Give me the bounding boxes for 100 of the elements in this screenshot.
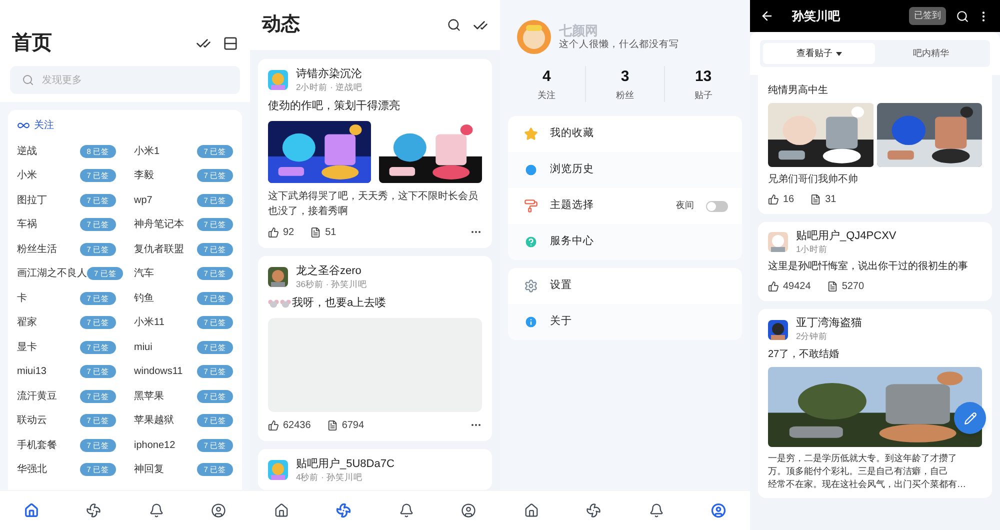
forum-name[interactable]: 神舟笔记本 (134, 217, 184, 232)
forum-name[interactable]: 小米 (17, 168, 37, 184)
like-button[interactable]: 62436 (268, 418, 311, 433)
forum-name[interactable]: 汽车 (134, 266, 154, 282)
avatar (268, 460, 288, 480)
search-icon[interactable] (956, 10, 969, 22)
user-name: 七颜网 (559, 22, 599, 39)
tab[interactable]: 查看贴子 (763, 43, 875, 64)
forum-name[interactable]: 逆战 (17, 144, 37, 159)
stat-value[interactable]: 4 (542, 66, 551, 88)
post-card[interactable]: 贴吧用户_5U8Da7C 4秒前 · 孙笑川吧 (258, 448, 492, 490)
post-title: 这里是孙吧忏悔室，说出你干过的很初生的事 (768, 260, 969, 274)
home-icon (24, 503, 39, 518)
thumbs-up-icon (268, 420, 279, 431)
stat-label: 粉丝 (616, 88, 634, 102)
forum-name[interactable]: 图拉丁 (17, 192, 47, 208)
comment-icon (326, 420, 338, 431)
forum-name[interactable]: 华强北 (17, 462, 47, 478)
like-button[interactable]: 92 (268, 224, 294, 240)
post-title: 27了，不敢结婚 (768, 348, 840, 362)
comment-icon (810, 194, 822, 205)
post-card[interactable]: 龙之圣谷zero 36秒前 · 孙笑川吧 我呀，也要a上去喽 62436 6794 (258, 256, 492, 441)
signed-in-button[interactable]: 已签到 (909, 7, 946, 25)
forum-name[interactable]: 显卡 (17, 340, 37, 355)
tab[interactable]: 吧内精华 (875, 43, 987, 64)
bell-icon (148, 503, 164, 518)
search-field[interactable]: 发现更多 (10, 66, 240, 94)
author-name[interactable]: 贴吧用户_5U8Da7C (296, 458, 394, 472)
section-title: 关注 (34, 118, 54, 133)
forum-name[interactable]: 复仇者联盟 (134, 242, 184, 257)
night-mode-switch[interactable] (706, 200, 728, 212)
forum-name[interactable]: 粉丝生活 (17, 242, 57, 257)
comment-icon (826, 281, 838, 292)
page-title: 首页 (12, 31, 52, 56)
author-name[interactable]: 龙之圣谷zero (296, 264, 368, 279)
forum-name[interactable]: 手机套餐 (17, 438, 57, 453)
forum-name[interactable]: 神回复 (134, 462, 164, 478)
menu-item[interactable]: 设置 (508, 268, 728, 304)
post-body: 一是穷，二是学历低就大专。到这年龄了才攒了 万。顶多能付个彩礼。三是自己有洁癖，自己 经常不在家。现在这社会风气，出门买个菜都有… (768, 452, 967, 491)
post-meta: 1小时前 (796, 244, 829, 254)
bell-icon (648, 503, 664, 518)
post-body: 兄弟们哥们我帅不帅 (768, 172, 859, 187)
switch-label: 夜间 (676, 199, 694, 212)
forum-name[interactable]: 李毅 (134, 168, 154, 184)
forum-name[interactable]: 翟家 (17, 315, 37, 330)
like-button[interactable]: 16 (768, 192, 794, 207)
like-button[interactable]: 49424 (768, 279, 811, 294)
forum-name[interactable]: 流汗黄豆 (17, 388, 57, 404)
forum-name[interactable]: 小米1 (134, 144, 160, 159)
forum-name[interactable]: windows11 (134, 364, 183, 380)
home-icon (274, 503, 289, 518)
forum-name[interactable]: 钓鱼 (134, 290, 154, 306)
pinwheel-icon (336, 503, 352, 518)
comment-button[interactable]: 31 (810, 192, 836, 207)
stat-label: 关注 (538, 88, 556, 102)
post-card[interactable]: 诗错亦染沉沦 2小时前 · 逆战吧 使劲的作吧，策划干得漂亮 这下武弟得哭了吧，天天秀，这下不限时长会员也没了，接着秀啊 92 51 (258, 59, 492, 248)
post-title: 使劲的作吧，策划干得漂亮 (268, 98, 400, 114)
forum-name[interactable]: wp7 (134, 192, 152, 208)
mouse-emoji-icon (280, 299, 291, 308)
home-icon (524, 503, 539, 518)
back-icon[interactable] (760, 9, 774, 23)
comment-button[interactable]: 6794 (326, 418, 364, 433)
layout-icon[interactable] (223, 36, 238, 50)
stat-value[interactable]: 3 (620, 66, 630, 88)
post-meta: 36秒前 · 孙笑川吧 (296, 278, 368, 290)
mouse-emoji-icon (268, 299, 279, 308)
menu-item[interactable]: 主题选择 (508, 188, 676, 224)
post-card[interactable]: 贴吧用户_QJ4PCXV 1小时前 这里是孙吧忏悔室，说出你干过的很初生的事 49424 5270 (758, 222, 992, 302)
post-meta: 2分钟前 (796, 331, 829, 342)
menu-item[interactable]: 我的收藏 (508, 116, 728, 152)
comment-button[interactable]: 51 (310, 224, 336, 240)
post-card[interactable]: 纯情男高中生 兄弟们哥们我帅不帅 16 31 (758, 75, 992, 214)
author-name[interactable]: 亚丁湾海盗猫 (796, 317, 862, 332)
forum-name[interactable]: 苹果越狱 (134, 413, 174, 428)
comment-button[interactable]: 5270 (826, 279, 864, 294)
stat-value[interactable]: 13 (694, 66, 712, 88)
forum-name[interactable]: 小米11 (134, 315, 164, 330)
post-meta: 2小时前 · 逆战吧 (296, 82, 362, 92)
forum-name[interactable]: 卡 (17, 290, 27, 306)
user-icon (461, 503, 476, 518)
star-icon (524, 127, 538, 141)
forum-name[interactable]: miui13 (17, 364, 46, 380)
forum-name[interactable]: 黑苹果 (134, 388, 164, 404)
avatar (268, 70, 288, 90)
help-icon (524, 235, 538, 249)
author-name[interactable]: 诗错亦染沉沦 (296, 68, 362, 82)
forum-name[interactable]: miui (134, 340, 152, 355)
author-name[interactable]: 贴吧用户_QJ4PCXV (796, 230, 896, 244)
forum-name[interactable]: 联动云 (17, 413, 47, 428)
avatar (768, 232, 788, 252)
search-icon[interactable] (447, 18, 461, 32)
avatar (268, 267, 288, 288)
forum-name[interactable]: 车祸 (17, 217, 37, 232)
thumbs-up-icon (768, 194, 779, 205)
bell-icon (398, 503, 414, 518)
paint-roller-icon (524, 199, 538, 213)
post-card[interactable]: 亚丁湾海盗猫 2分钟前 27了，不敢结婚 一是穷，二是学历低就大专。到这年龄了才攒了 万。顶多能付个彩礼。三是自己有洁癖，自己 经常不在家。现在这社会风气，出门买个菜都有… (758, 309, 992, 498)
forum-name[interactable]: 画江湖之不良人 (17, 266, 87, 282)
user-bio: 这个人很懒，什么都没有写 (559, 39, 679, 52)
forum-name[interactable]: iphone12 (134, 438, 176, 453)
